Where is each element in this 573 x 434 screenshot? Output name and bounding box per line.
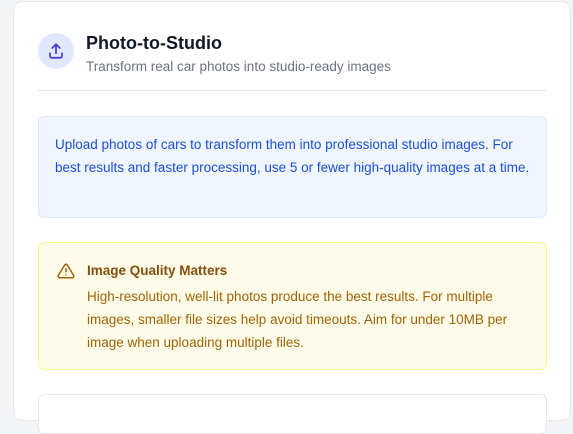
header-divider	[38, 90, 546, 91]
info-text: Upload photos of cars to transform them …	[55, 137, 530, 175]
info-notice: Upload photos of cars to transform them …	[38, 116, 547, 218]
card-header: Photo-to-Studio Transform real car photo…	[38, 32, 546, 92]
quality-warning: Image Quality Matters High-resolution, w…	[38, 242, 547, 370]
page-title: Photo-to-Studio	[86, 33, 222, 53]
warning-title: Image Quality Matters	[87, 263, 228, 278]
page-subtitle: Transform real car photos into studio-re…	[86, 59, 391, 74]
photo-to-studio-card: Photo-to-Studio Transform real car photo…	[13, 1, 571, 434]
upload-icon	[38, 33, 74, 69]
upload-area[interactable]	[38, 394, 547, 434]
warning-triangle-icon	[57, 262, 75, 280]
warning-text: High-resolution, well-lit photos produce…	[87, 289, 508, 350]
